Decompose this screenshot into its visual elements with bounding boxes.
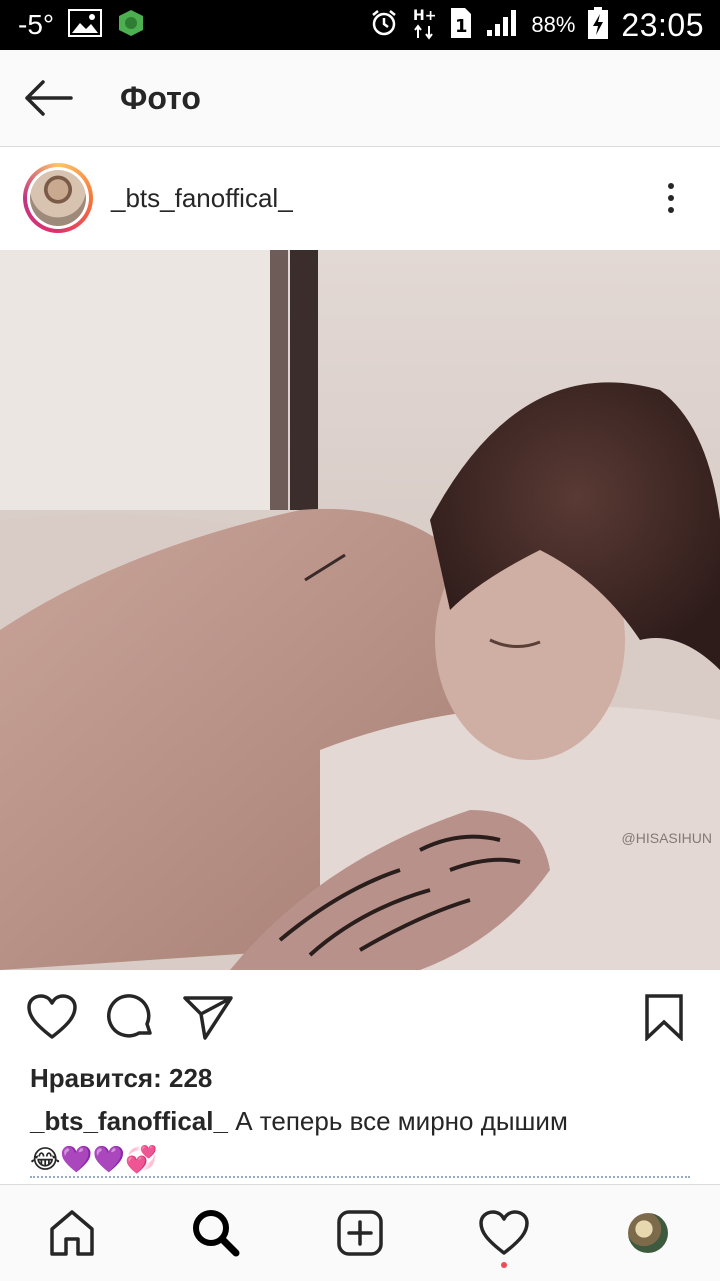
clock: 23:05 [621,6,704,43]
status-bar: -5° H+ 1 88% 23:05 [0,0,720,50]
back-button[interactable] [18,68,78,128]
add-post-icon [337,1210,383,1256]
temperature: -5° [18,9,55,40]
profile-avatar [628,1213,668,1253]
back-arrow-icon [25,80,73,116]
more-options-button[interactable] [656,173,686,223]
bottom-navigation [0,1184,720,1281]
likes-count[interactable]: Нравится: 228 [30,1063,212,1094]
bookmark-icon [645,994,683,1041]
photo-content [0,250,720,970]
nav-activity[interactable] [459,1188,549,1278]
search-icon [193,1210,240,1257]
page-title: Фото [120,79,201,116]
home-icon [50,1210,94,1256]
svg-text:1: 1 [455,16,468,37]
comment-icon [107,994,152,1038]
post-caption: _bts_fanoffical_ А теперь все мирно дыши… [30,1103,690,1139]
nav-search[interactable] [171,1188,261,1278]
photo-watermark: @HISASIHUN [621,830,712,846]
app-header: Фото [0,50,720,147]
nav-profile[interactable] [603,1188,693,1278]
post-header: _bts_fanoffical_ [0,147,720,249]
heart-icon [27,994,77,1039]
alarm-icon [369,8,399,43]
comment-button[interactable] [104,991,156,1043]
network-type-icon: H+ [411,6,437,45]
send-icon [183,996,233,1040]
user-avatar[interactable] [23,163,93,233]
battery-charging-icon [587,6,609,45]
app-notification-icon [116,8,146,43]
nav-home[interactable] [27,1188,117,1278]
gallery-icon [68,8,103,42]
avatar-image [30,170,86,226]
post-actions [0,971,720,1063]
nav-new-post[interactable] [315,1188,405,1278]
more-dots-icon [668,183,674,189]
activity-notification-dot [501,1262,507,1268]
share-button[interactable] [182,991,234,1043]
svg-text:H+: H+ [413,8,436,24]
sim-icon: 1 [449,6,473,45]
battery-percent: 88% [531,12,576,37]
caption-username[interactable]: _bts_fanoffical_ [30,1106,228,1136]
post-username[interactable]: _bts_fanoffical_ [111,183,293,214]
activity-heart-icon [479,1210,529,1255]
caption-text: А теперь все мирно дышим [235,1106,568,1136]
save-button[interactable] [638,991,690,1043]
signal-icon [485,8,519,43]
caption-emoji: 😂💜💜💞 [30,1144,158,1174]
post-photo[interactable]: @HISASIHUN [0,250,720,970]
like-button[interactable] [26,991,78,1043]
